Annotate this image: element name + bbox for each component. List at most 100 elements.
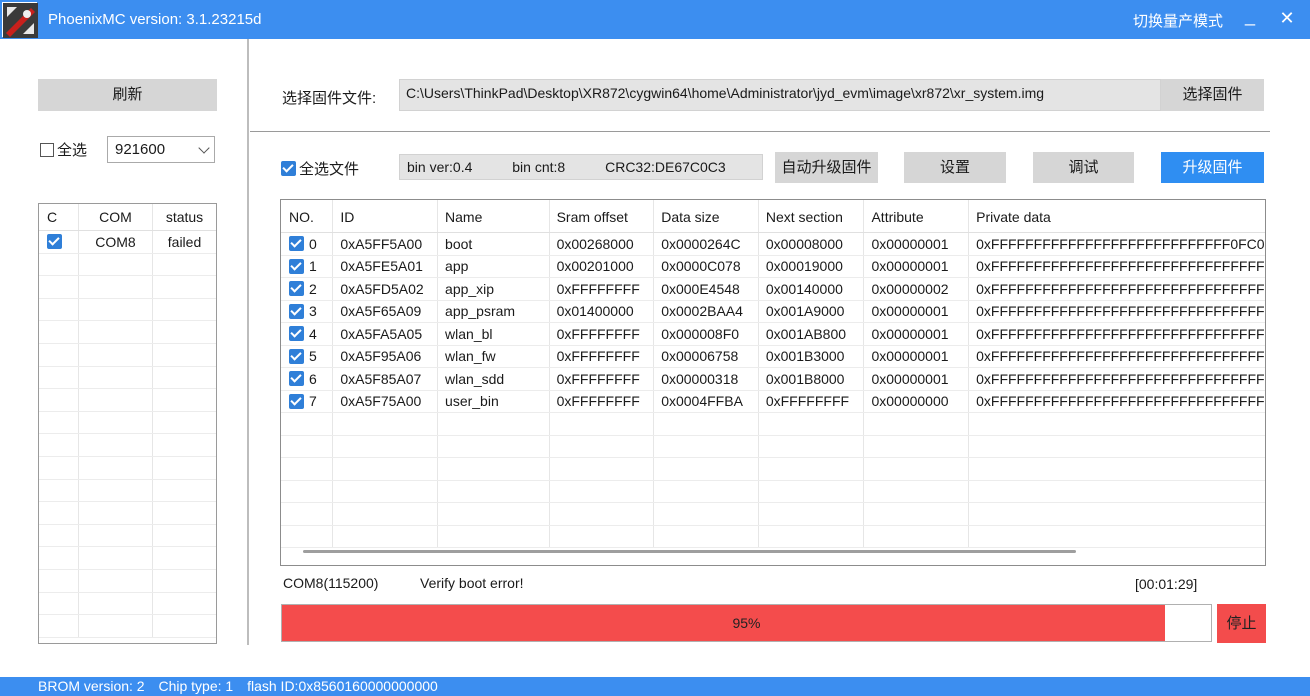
table-row[interactable]: 1 0xA5FE5A01 app 0x00201000 0x0000C078 0x0001… <box>281 255 1265 278</box>
next-section: 0x00019000 <box>759 255 865 277</box>
section-id: 0xA5F85A07 <box>333 368 439 390</box>
checkbox-checked-icon[interactable] <box>289 303 304 319</box>
private-data: 0xFFFFFFFFFFFFFFFFFFFFFFFFFFFF0FC0004 <box>976 235 1266 252</box>
stop-button[interactable]: 停止 <box>1217 604 1266 643</box>
checkbox-checked-icon[interactable] <box>289 281 304 297</box>
section-name: wlan_bl <box>438 323 550 345</box>
flash-id: flash ID:0x8560160000000000 <box>247 678 438 694</box>
column-header: Next section <box>759 200 865 232</box>
firmware-file-label: 选择固件文件: <box>282 90 377 107</box>
app-logo-icon <box>2 2 38 38</box>
close-icon[interactable]: ✕ <box>1275 8 1299 29</box>
section-id: 0xA5F95A06 <box>333 345 439 367</box>
section-name: app_psram <box>438 300 550 322</box>
brom-version: BROM version: 2 <box>38 678 145 694</box>
select-all-ports-checkbox[interactable]: 全选 <box>40 139 87 160</box>
debug-button[interactable]: 调试 <box>1033 152 1134 183</box>
port-status: failed <box>167 233 202 250</box>
minimize-icon[interactable]: _ <box>1238 6 1262 27</box>
baud-rate-select[interactable]: 921600 <box>107 136 215 163</box>
checkbox-unchecked-icon[interactable] <box>40 142 54 157</box>
checkbox-checked-icon[interactable] <box>289 371 304 387</box>
empty-row <box>39 547 216 570</box>
auto-upgrade-button[interactable]: 自动升级固件 <box>775 152 878 183</box>
next-section: 0x001B8000 <box>759 368 865 390</box>
attribute: 0x00000001 <box>864 300 970 322</box>
checkbox-checked-icon[interactable] <box>281 161 296 176</box>
row-number: 1 <box>309 258 317 275</box>
settings-button[interactable]: 设置 <box>904 152 1006 183</box>
empty-row <box>39 276 216 299</box>
select-firmware-button[interactable]: 选择固件 <box>1161 79 1264 111</box>
empty-row <box>39 569 216 593</box>
chevron-down-icon <box>198 142 210 154</box>
section-name: boot <box>438 233 550 255</box>
select-all-files-checkbox[interactable]: 全选文件 <box>281 158 359 179</box>
com-port: COM8 <box>79 231 153 253</box>
table-row[interactable]: 7 0xA5F75A00 user_bin 0xFFFFFFFF 0x0004FFBA 0… <box>281 390 1265 413</box>
empty-row <box>39 592 216 616</box>
section-id: 0xA5FF5A00 <box>333 233 439 255</box>
empty-row <box>39 366 216 390</box>
column-header: Data size <box>654 200 759 232</box>
checkbox-checked-icon[interactable] <box>289 236 304 252</box>
fw-table-header: NO. ID Name Sram offset Data size Next s… <box>281 200 1265 233</box>
next-section: 0xFFFFFFFF <box>759 390 865 412</box>
data-size: 0x00006758 <box>654 345 759 367</box>
bin-count: bin cnt:8 <box>512 159 566 175</box>
data-size: 0x000E4548 <box>654 278 759 300</box>
empty-row <box>39 524 216 548</box>
horizontal-scrollbar[interactable] <box>303 550 1076 553</box>
checkbox-checked-icon[interactable] <box>289 326 304 342</box>
section-id: 0xA5FE5A01 <box>333 255 439 277</box>
refresh-button[interactable]: 刷新 <box>38 79 217 111</box>
table-row[interactable]: 0 0xA5FF5A00 boot 0x00268000 0x0000264C 0x000… <box>281 233 1265 256</box>
upgrade-firmware-button[interactable]: 升级固件 <box>1161 152 1264 183</box>
window-title: PhoenixMC version: 3.1.23215d <box>48 11 262 28</box>
title-bar: PhoenixMC version: 3.1.23215d 切换量产模式 _ ✕ <box>0 0 1310 39</box>
table-row[interactable]: 4 0xA5FA5A05 wlan_bl 0xFFFFFFFF 0x000008F0 0x… <box>281 323 1265 346</box>
data-size: 0x0002BAA4 <box>654 300 759 322</box>
mass-production-mode-button[interactable]: 切换量产模式 <box>1133 10 1223 31</box>
data-size: 0x0000C078 <box>654 255 759 277</box>
row-number: 7 <box>309 393 317 410</box>
empty-row <box>39 321 216 344</box>
firmware-section-table: NO. ID Name Sram offset Data size Next s… <box>280 199 1266 566</box>
next-section: 0x00008000 <box>759 233 865 255</box>
empty-row <box>39 411 216 435</box>
column-header: Attribute <box>864 200 970 232</box>
private-data: 0xFFFFFFFFFFFFFFFFFFFFFFFFFFFFFFFFFFFFF <box>976 393 1265 410</box>
table-row[interactable]: 5 0xA5F95A06 wlan_fw 0xFFFFFFFF 0x00006758 0x… <box>281 345 1265 368</box>
com-port-table: C COM status COM8 failed <box>38 203 217 644</box>
bin-version: bin ver:0.4 <box>407 159 473 175</box>
attribute: 0x00000000 <box>864 390 970 412</box>
checkbox-checked-icon[interactable] <box>289 258 304 274</box>
firmware-path-field[interactable]: C:\Users\ThinkPad\Desktop\XR872\cygwin64… <box>399 79 1161 111</box>
next-section: 0x001B3000 <box>759 345 865 367</box>
table-row[interactable]: 2 0xA5FD5A02 app_xip 0xFFFFFFFF 0x000E4548 0x… <box>281 278 1265 301</box>
row-number: 3 <box>309 303 317 320</box>
table-row[interactable]: 3 0xA5F65A09 app_psram 0x01400000 0x0002BAA4… <box>281 300 1265 323</box>
empty-row <box>281 413 1265 436</box>
checkbox-checked-icon[interactable] <box>289 393 304 409</box>
panel-divider <box>247 39 249 645</box>
next-section: 0x001A9000 <box>759 300 865 322</box>
com-table-header: C COM status <box>39 204 216 231</box>
private-data: 0xFFFFFFFFFFFFFFFFFFFFFFFFFFFFFFFFFFFFF <box>976 258 1265 275</box>
section-name: app <box>438 255 550 277</box>
next-section: 0x001AB800 <box>759 323 865 345</box>
sram-offset: 0x00268000 <box>550 233 655 255</box>
column-header: Name <box>438 200 550 232</box>
section-id: 0xA5F75A00 <box>333 390 439 412</box>
private-data: 0xFFFFFFFFFFFFFFFFFFFFFFFFFFFFFFFFFFFFF <box>976 303 1265 320</box>
private-data: 0xFFFFFFFFFFFFFFFFFFFFFFFFFFFFFFFFFFFFF <box>976 370 1265 387</box>
empty-row <box>39 456 216 480</box>
table-row[interactable]: 6 0xA5F85A07 wlan_sdd 0xFFFFFFFF 0x00000318 0… <box>281 368 1265 391</box>
table-row[interactable]: COM8 failed <box>39 231 216 254</box>
empty-row <box>39 298 216 322</box>
checkbox-checked-icon[interactable] <box>47 234 62 250</box>
private-data: 0xFFFFFFFFFFFFFFFFFFFFFFFFFFFFFFFFFFFFF <box>976 280 1265 297</box>
empty-row <box>281 480 1265 503</box>
checkbox-checked-icon[interactable] <box>289 348 304 364</box>
section-id: 0xA5FD5A02 <box>333 278 439 300</box>
